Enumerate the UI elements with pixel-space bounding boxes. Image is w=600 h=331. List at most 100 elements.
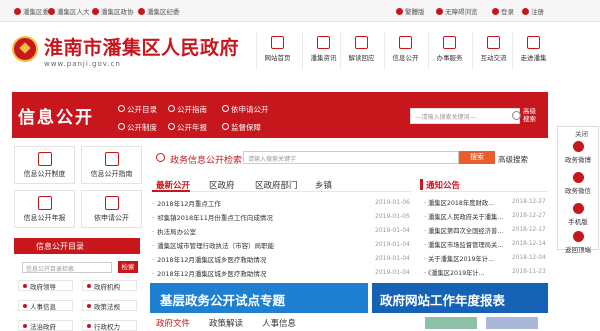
nav-label: 办事服务 xyxy=(436,54,463,62)
banner-link-catalog[interactable]: 公开目录 xyxy=(118,104,157,115)
emblem-icon xyxy=(138,8,145,15)
user-icon xyxy=(492,8,499,15)
emblem-icon xyxy=(48,8,55,15)
notice-title: 通知公告 xyxy=(426,181,461,191)
tab-policy-interpretation[interactable]: 政策解读 xyxy=(209,317,243,329)
news-item[interactable]: 2018年12月重点工作 xyxy=(152,198,372,208)
news-date: 2019-01-04 xyxy=(375,227,410,234)
accessibility-icon xyxy=(436,8,443,15)
tab-government-documents[interactable]: 政府文件 xyxy=(156,317,190,329)
weibo-icon xyxy=(572,141,584,152)
top-link-label: 潘集区纪委 xyxy=(147,8,180,16)
notice-item[interactable]: 潘集区市场监督管理局关... xyxy=(424,240,510,249)
news-date: 2019-01-04 xyxy=(375,269,410,276)
accessibility-link[interactable]: 无障碍浏览 xyxy=(436,6,478,16)
top-link-label: 潘集区委 xyxy=(23,8,49,16)
national-emblem-icon xyxy=(12,36,38,62)
register-icon xyxy=(522,8,529,15)
top-link-discipline[interactable]: 潘集区纪委 xyxy=(138,6,180,16)
quick-label: 信息公开年报 xyxy=(23,214,66,222)
banner-link-guide[interactable]: 公开指南 xyxy=(168,104,207,115)
top-link-cppcc[interactable]: 潘集区政协 xyxy=(92,6,134,16)
nav-disclosure[interactable]: 信息公开 xyxy=(384,32,426,70)
nav-label: 信息公开 xyxy=(392,54,419,62)
home-icon xyxy=(271,36,284,49)
quick-rules[interactable]: 信息公开制度 xyxy=(14,146,75,184)
public-advanced-search[interactable]: 高级搜索 xyxy=(498,154,528,165)
tab-personnel[interactable]: 人事信息 xyxy=(262,317,296,329)
catalog-item[interactable]: 政府领导 xyxy=(18,280,73,291)
site-title[interactable]: 淮南市潘集区人民政府 xyxy=(44,33,239,60)
notice-item[interactable]: 关于潘集区2019年计... xyxy=(424,254,510,263)
top-link-party[interactable]: 潘集区委 xyxy=(14,6,49,16)
notice-item[interactable]: 《潘集区2019年计... xyxy=(424,268,510,277)
news-item[interactable]: 祁集镇2018年11月份重点工作向成情况 xyxy=(152,212,372,222)
mobile-link[interactable]: 手机版 xyxy=(558,203,598,226)
float-close-button[interactable]: 关闭 xyxy=(575,128,588,138)
emblem-icon xyxy=(14,8,21,15)
annual-report-banner-text: 政府网站工作年度报表 xyxy=(380,293,506,308)
register-link[interactable]: 注册 xyxy=(522,6,544,16)
tab-divider xyxy=(152,191,412,192)
thumbnail-image[interactable] xyxy=(486,317,538,329)
float-label: 政务微信 xyxy=(565,187,591,195)
top-link-label: 潘集区政协 xyxy=(101,8,134,16)
nav-interpretation[interactable]: 解读回应 xyxy=(340,32,382,70)
notice-date: 2018-11-23 xyxy=(512,269,546,275)
float-label: 手机版 xyxy=(568,218,588,226)
tab-district-government[interactable]: 区政府 xyxy=(209,179,235,191)
public-search-input[interactable]: 请输入搜索关键字 xyxy=(243,151,459,164)
quick-report[interactable]: 信息公开年报 xyxy=(14,190,75,228)
top-link-congress[interactable]: 潘集区人大 xyxy=(48,6,90,16)
disclosure-icon xyxy=(399,36,412,49)
nav-about[interactable]: 走进潘集 xyxy=(512,32,554,70)
notice-item[interactable]: 潘集区人民政府关于潘集... xyxy=(424,212,510,221)
weibo-link[interactable]: 政务微博 xyxy=(558,141,598,164)
news-item[interactable]: 2018年12月潘集区城乡医疗救助情况 xyxy=(152,268,372,278)
quick-application[interactable]: 依申请公开 xyxy=(81,190,142,228)
public-search-button[interactable]: 搜索 xyxy=(459,151,495,164)
catalog-search-input[interactable]: 信息公开目录检索 xyxy=(22,262,112,273)
banner-link-report[interactable]: 公开年报 xyxy=(168,122,207,133)
login-link[interactable]: 登录 xyxy=(492,6,514,16)
nav-services[interactable]: 办事服务 xyxy=(428,32,470,70)
catalog-item[interactable]: 行政权力 xyxy=(82,320,137,331)
banner-search-input[interactable]: ---请输入搜索关键词--- xyxy=(410,108,520,124)
top-link-label: 潘集区人大 xyxy=(57,8,90,16)
catalog-item[interactable]: 法治政府 xyxy=(18,320,73,331)
quick-guide[interactable]: 信息公开指南 xyxy=(81,146,142,184)
nav-interaction[interactable]: 互动交流 xyxy=(472,32,514,70)
notice-divider xyxy=(420,191,548,192)
tab-towns[interactable]: 乡镇 xyxy=(315,179,332,191)
back-to-top[interactable]: 返回顶端 xyxy=(558,231,598,254)
search-icon[interactable] xyxy=(512,111,521,120)
catalog-search-button[interactable]: 检索 xyxy=(118,261,138,273)
interaction-icon xyxy=(487,36,500,49)
thumbnail-image[interactable] xyxy=(425,317,477,329)
banner-advanced-search[interactable]: 高级搜索 xyxy=(523,107,541,123)
news-item[interactable]: 潘集区城市管理行政执法（市容）局职能 xyxy=(152,240,372,250)
catalog-item[interactable]: 人事信息 xyxy=(18,300,73,311)
notice-item[interactable]: 潘集区第四次全国经济普... xyxy=(424,226,510,235)
catalog-item[interactable]: 政府机构 xyxy=(82,280,137,291)
banner-link-rules[interactable]: 公开制度 xyxy=(118,122,157,133)
news-item[interactable]: 2018年12月潘集区城乡医疗救助情况 xyxy=(152,254,372,264)
catalog-item[interactable]: 政策法规 xyxy=(82,300,137,311)
notice-date: 2018-12-14 xyxy=(512,241,546,247)
banner-link-application[interactable]: 依申请公开 xyxy=(222,104,269,115)
nav-home[interactable]: 网站首页 xyxy=(256,32,298,70)
notice-item[interactable]: 潘集区2018年度财政... xyxy=(424,198,510,207)
search-icon xyxy=(156,153,165,162)
wechat-link[interactable]: 政务微信 xyxy=(558,172,598,195)
nav-label: 走进潘集 xyxy=(520,54,547,62)
quick-label: 信息公开制度 xyxy=(23,170,66,178)
tab-departments[interactable]: 区政府部门 xyxy=(255,179,298,191)
accessibility-label: 无障碍浏览 xyxy=(445,8,478,16)
news-item[interactable]: 执法局办公室 xyxy=(152,226,372,236)
public-search-label: 政务信息公开检索 xyxy=(170,156,243,166)
tab-active-indicator xyxy=(152,190,190,192)
banner-link-supervision[interactable]: 监督保障 xyxy=(222,122,261,133)
nav-news[interactable]: 潘集资讯 xyxy=(302,32,344,70)
quick-label: 依申请公开 xyxy=(94,214,129,222)
traditional-chinese-link[interactable]: 繁體版 xyxy=(396,6,425,16)
